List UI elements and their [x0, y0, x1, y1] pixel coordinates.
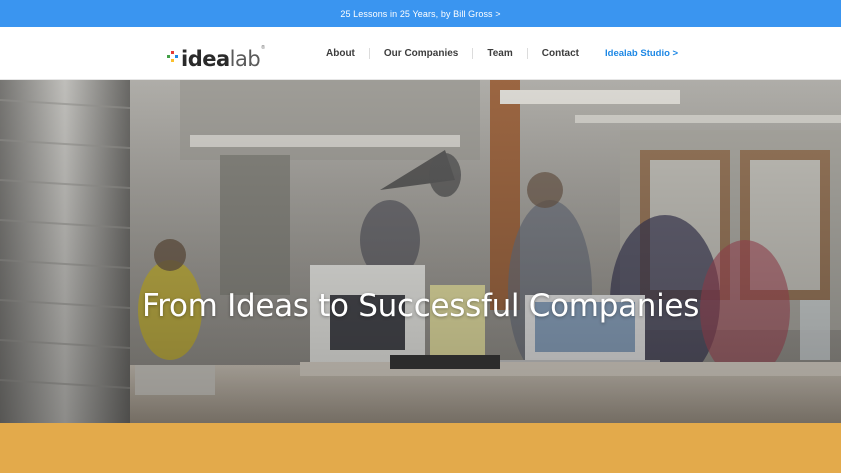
announcement-bar: 25 Lessons in 25 Years, by Bill Gross >: [0, 0, 841, 27]
logo-registered-mark: ®: [261, 45, 265, 51]
gold-section-band: [0, 423, 841, 473]
logo-idea-text: idea: [181, 47, 230, 71]
idealab-studio-link[interactable]: Idealab Studio >: [605, 27, 678, 80]
nav-contact[interactable]: Contact: [526, 48, 593, 59]
hero-title: From Ideas to Successful Companies: [141, 288, 700, 324]
nav-team[interactable]: Team: [472, 48, 526, 59]
idealab-logo[interactable]: idealab ®: [166, 41, 276, 71]
hero-banner: From Ideas to Successful Companies: [0, 80, 841, 423]
announcement-link[interactable]: 25 Lessons in 25 Years, by Bill Gross >: [340, 9, 500, 19]
site-header: idealab ® About Our Companies Team Conta…: [0, 27, 841, 80]
main-nav: About Our Companies Team Contact: [312, 27, 593, 80]
logo-wordmark: idealab: [181, 47, 261, 71]
nav-our-companies[interactable]: Our Companies: [368, 48, 472, 59]
logo-lab-text: lab: [229, 47, 261, 71]
logo-dots-icon: [166, 49, 180, 71]
nav-about[interactable]: About: [312, 48, 369, 59]
hero-office-photo: [0, 80, 841, 423]
